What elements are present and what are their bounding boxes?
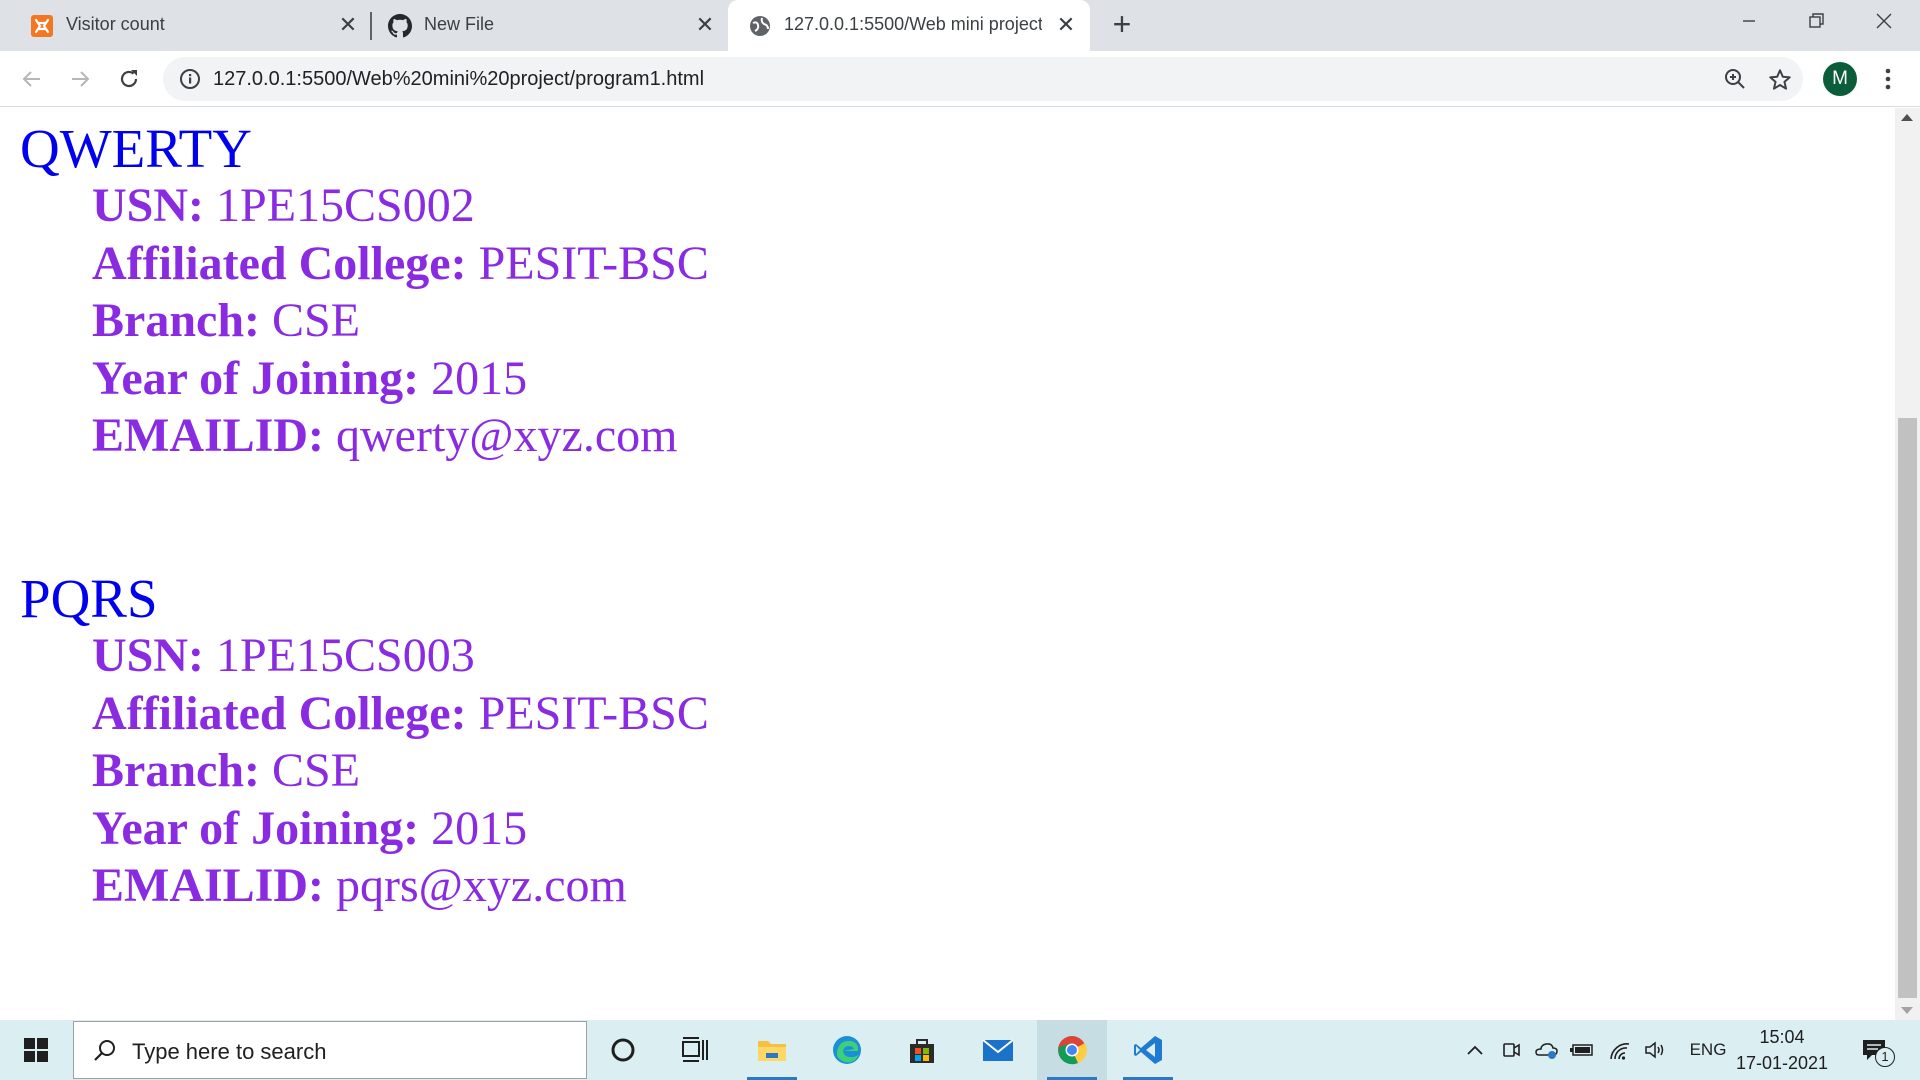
close-tab-icon[interactable]: ✕ [336,13,360,37]
student-name: PQRS [20,568,158,629]
browser-toolbar: 127.0.0.1:5500/Web%20mini%20project/prog… [0,51,1920,107]
student-email: EMAILID: pqrs@xyz.com [92,859,627,912]
student-usn: USN: 1PE15CS003 [92,629,475,682]
restore-icon[interactable] [1796,8,1836,38]
scrollbar-thumb[interactable] [1898,418,1917,998]
student-year: Year of Joining: 2015 [92,351,528,405]
globe-icon [748,14,772,38]
clock-time[interactable]: 15:04 [1738,1027,1826,1048]
onedrive-sync-icon[interactable] [1532,1038,1560,1062]
tab-visitor-count[interactable]: Visitor count ✕ [0,0,370,51]
notification-center-icon[interactable]: 1 [1855,1034,1895,1067]
notification-count-badge: 1 [1875,1047,1895,1067]
student-card: PQRS USN: 1PE15CS003 Affiliated College:… [20,571,1020,915]
reload-icon[interactable] [111,61,147,97]
url-text: 127.0.0.1:5500/Web%20mini%20project/prog… [213,68,705,90]
task-view-icon[interactable] [660,1020,730,1080]
edge-icon[interactable] [812,1020,882,1080]
new-tab-button[interactable]: + [1108,8,1136,40]
student-college: Affiliated College: PESIT-BSC [92,236,709,290]
page-scrollbar[interactable] [1895,108,1920,1020]
show-hidden-icons-icon[interactable] [1462,1038,1488,1062]
back-arrow-icon[interactable] [14,61,50,97]
xampp-icon [30,14,54,38]
scroll-down-arrow-icon[interactable] [1901,1007,1913,1014]
student-year: Year of Joining: 2015 [92,801,528,855]
tab-strip: Visitor count ✕ New File ✕ 127.0.0.1:550… [0,0,1920,51]
close-tab-icon[interactable]: ✕ [693,13,717,37]
microsoft-store-icon[interactable] [887,1020,957,1080]
student-email: EMAILID: qwerty@xyz.com [92,409,678,462]
tab-new-file[interactable]: New File ✕ [358,0,728,51]
tab-program1-active[interactable]: 127.0.0.1:5500/Web mini project/ ✕ [728,0,1090,51]
student-name: QWERTY [20,118,252,179]
clock-date[interactable]: 17-01-2021 [1732,1053,1832,1074]
chrome-icon[interactable] [1037,1020,1107,1080]
search-placeholder: Type here to search [132,1039,327,1064]
forward-arrow-icon[interactable] [62,61,98,97]
student-card: QWERTY USN: 1PE15CS002 Affiliated Colleg… [20,121,1020,465]
windows-taskbar: Type here to search ENG 15:04 17-01-2021… [0,1020,1920,1080]
mail-icon[interactable] [963,1020,1033,1080]
github-icon [388,14,412,38]
close-tab-icon[interactable]: ✕ [1054,13,1078,37]
tab-title: New File [424,14,495,34]
bookmark-star-icon[interactable] [1767,67,1793,93]
profile-avatar[interactable]: M [1823,62,1857,96]
student-branch: Branch: CSE [92,744,361,797]
meet-now-icon[interactable] [1498,1038,1524,1062]
zoom-icon[interactable] [1723,67,1747,91]
scroll-up-arrow-icon[interactable] [1901,114,1913,121]
site-info-icon[interactable] [179,68,201,90]
tab-title: Visitor count [66,14,165,34]
address-bar[interactable]: 127.0.0.1:5500/Web%20mini%20project/prog… [163,57,1803,101]
page-viewport: QWERTY USN: 1PE15CS002 Affiliated Colleg… [0,108,1895,1020]
input-language-indicator[interactable]: ENG [1686,1038,1730,1062]
volume-icon[interactable] [1641,1038,1669,1062]
tab-title: 127.0.0.1:5500/Web mini project/ [784,14,1042,34]
windows-start-icon[interactable] [0,1020,72,1080]
cortana-icon[interactable] [588,1020,658,1080]
student-usn: USN: 1PE15CS002 [92,179,475,232]
vscode-icon[interactable] [1113,1020,1183,1080]
battery-icon[interactable] [1568,1038,1596,1062]
taskbar-search-box[interactable]: Type here to search [73,1021,587,1079]
student-branch: Branch: CSE [92,294,361,347]
wifi-icon[interactable] [1606,1038,1634,1062]
student-college: Affiliated College: PESIT-BSC [92,686,709,740]
kebab-menu-icon[interactable] [1876,65,1900,93]
minimize-icon[interactable] [1729,8,1769,38]
close-window-icon[interactable] [1864,8,1904,38]
search-icon [92,1038,118,1064]
file-explorer-icon[interactable] [737,1020,807,1080]
